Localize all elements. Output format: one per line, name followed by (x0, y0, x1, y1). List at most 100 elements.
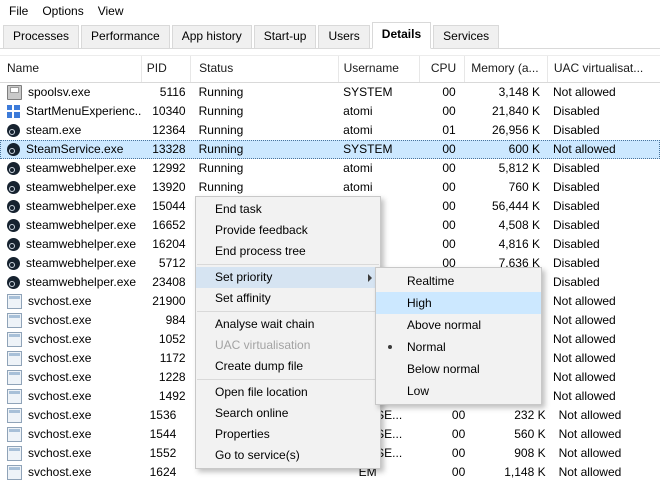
table-row[interactable]: steamwebhelper.exe 12992 Running atomi 00 5,8… (0, 159, 660, 178)
cell-username: SYSTEM (343, 85, 393, 99)
tab-users[interactable]: Users (318, 25, 370, 49)
context-menu-item-set-priority[interactable]: Set priority (196, 267, 380, 288)
context-menu-item-provide-feedback[interactable]: Provide feedback (196, 220, 380, 241)
column-header-name[interactable]: Name (0, 56, 142, 82)
column-header-pid[interactable]: PID (142, 56, 192, 82)
process-name: steamwebhelper.exe (26, 237, 137, 251)
cell-uac: Disabled (553, 104, 600, 118)
svchost-icon (7, 465, 22, 480)
context-menu-item-create-dump-file[interactable]: Create dump file (196, 356, 380, 377)
tab-details[interactable]: Details (371, 22, 432, 49)
context-menu-item-open-file-location[interactable]: Open file location (196, 382, 380, 403)
process-name: svchost.exe (28, 465, 92, 479)
cell-pid: 1544 (149, 427, 177, 441)
cell-uac: Not allowed (553, 313, 616, 327)
process-name: steamwebhelper.exe (26, 180, 137, 194)
cell-pid: 1228 (158, 370, 186, 384)
context-menu-item-set-affinity[interactable]: Set affinity (196, 288, 380, 309)
table-row[interactable]: spoolsv.exe 5116 Running SYSTEM 00 3,148 K Not… (0, 83, 660, 102)
context-menu-item-properties[interactable]: Properties (196, 424, 380, 445)
svchost-icon (7, 427, 22, 442)
cell-name: spoolsv.exe (0, 83, 142, 102)
cell-cpu: 00 (442, 104, 456, 118)
tab-start-up[interactable]: Start-up (253, 25, 317, 49)
submenu-item-label: Above normal (407, 318, 482, 332)
cell-uac: Disabled (553, 199, 600, 213)
cell-cpu: 00 (442, 85, 456, 99)
cell-name: svchost.exe (0, 444, 135, 463)
cell-memory: 600 K (508, 142, 540, 156)
steam-icon (7, 143, 20, 156)
cell-uac: Not allowed (553, 294, 616, 308)
submenu-item-below-normal[interactable]: Below normal (376, 358, 541, 380)
cell-name: svchost.exe (0, 406, 135, 425)
cell-name: svchost.exe (0, 330, 142, 349)
menu-separator (197, 379, 379, 380)
table-row[interactable]: SteamService.exe 13328 Running SYSTEM 00 600 … (0, 140, 660, 159)
steam-icon (7, 181, 20, 194)
column-header-uac[interactable]: UAC virtualisat... (548, 56, 660, 82)
submenu-item-above-normal[interactable]: Above normal (376, 314, 541, 336)
submenu-item-label: Realtime (407, 274, 455, 288)
column-header-status[interactable]: Status (191, 56, 339, 82)
table-row[interactable]: steamwebhelper.exe 13920 Running atomi 00 760… (0, 178, 660, 197)
cell-username: atomi (343, 180, 373, 194)
cell-uac: Not allowed (558, 446, 622, 460)
cell-uac: Not allowed (558, 465, 622, 479)
column-header-memory[interactable]: Memory (a... (465, 56, 548, 82)
cell-uac: Disabled (553, 161, 600, 175)
cell-uac: Not allowed (553, 351, 616, 365)
cell-uac: Disabled (553, 275, 600, 289)
submenu-item-low[interactable]: Low (376, 380, 541, 402)
context-menu-item-go-to-service-s[interactable]: Go to service(s) (196, 445, 380, 466)
cell-name: svchost.exe (0, 463, 135, 482)
process-name: SteamService.exe (26, 142, 124, 156)
column-header-cpu[interactable]: CPU (420, 56, 466, 82)
tab-processes[interactable]: Processes (3, 25, 80, 49)
cell-status: Running (198, 142, 244, 156)
context-menu-item-end-process-tree[interactable]: End process tree (196, 241, 380, 262)
menubar-item-view[interactable]: View (91, 0, 131, 22)
cell-name: svchost.exe (0, 311, 142, 330)
svchost-icon (7, 408, 22, 423)
cell-uac: Not allowed (553, 389, 616, 403)
context-menu-item-analyse-wait-chain[interactable]: Analyse wait chain (196, 314, 380, 335)
process-name: svchost.exe (28, 313, 92, 327)
cell-uac: Disabled (553, 123, 600, 137)
menubar-item-file[interactable]: File (2, 0, 35, 22)
menubar-item-options[interactable]: Options (35, 0, 90, 22)
submenu-item-normal[interactable]: Normal (376, 336, 541, 358)
tab-performance[interactable]: Performance (81, 25, 170, 49)
cell-name: svchost.exe (0, 425, 135, 444)
menu-item-label: Go to service(s) (215, 448, 300, 462)
context-menu-item-end-task[interactable]: End task (196, 199, 380, 220)
tab-app-history[interactable]: App history (171, 25, 252, 49)
steam-icon (7, 162, 20, 175)
cell-uac: Disabled (553, 256, 600, 270)
cell-cpu: 00 (442, 180, 456, 194)
context-menu: End task Provide feedback End process tree… (195, 196, 381, 469)
cell-pid: 16204 (152, 237, 186, 251)
menu-separator (197, 264, 379, 265)
cell-cpu: 00 (451, 408, 466, 422)
submenu-item-realtime[interactable]: Realtime (376, 270, 541, 292)
table-row[interactable]: StartMenuExperienc... 10340 Running atomi 00… (0, 102, 660, 121)
cell-uac: Not allowed (553, 332, 616, 346)
column-header-username[interactable]: Username (339, 56, 421, 82)
cell-name: steamwebhelper.exe (0, 216, 142, 235)
cell-name: svchost.exe (0, 387, 142, 406)
cell-name: svchost.exe (0, 368, 142, 387)
menu-item-label: Properties (215, 427, 270, 441)
menubar: File Options View (0, 0, 660, 22)
submenu-item-high[interactable]: High (376, 292, 541, 314)
context-menu-item-search-online[interactable]: Search online (196, 403, 380, 424)
table-row[interactable]: steam.exe 12364 Running atomi 01 26,956 K Disa… (0, 121, 660, 140)
table-header: Name PID Status Username CPU Memory (a... UAC … (0, 55, 660, 83)
process-name: steamwebhelper.exe (26, 275, 137, 289)
process-name: svchost.exe (28, 446, 92, 460)
menu-item-label: End process tree (215, 244, 306, 258)
cell-pid: 1052 (158, 332, 186, 346)
tab-services[interactable]: Services (433, 25, 500, 49)
svchost-icon (7, 351, 22, 366)
cell-status: Running (198, 123, 244, 137)
